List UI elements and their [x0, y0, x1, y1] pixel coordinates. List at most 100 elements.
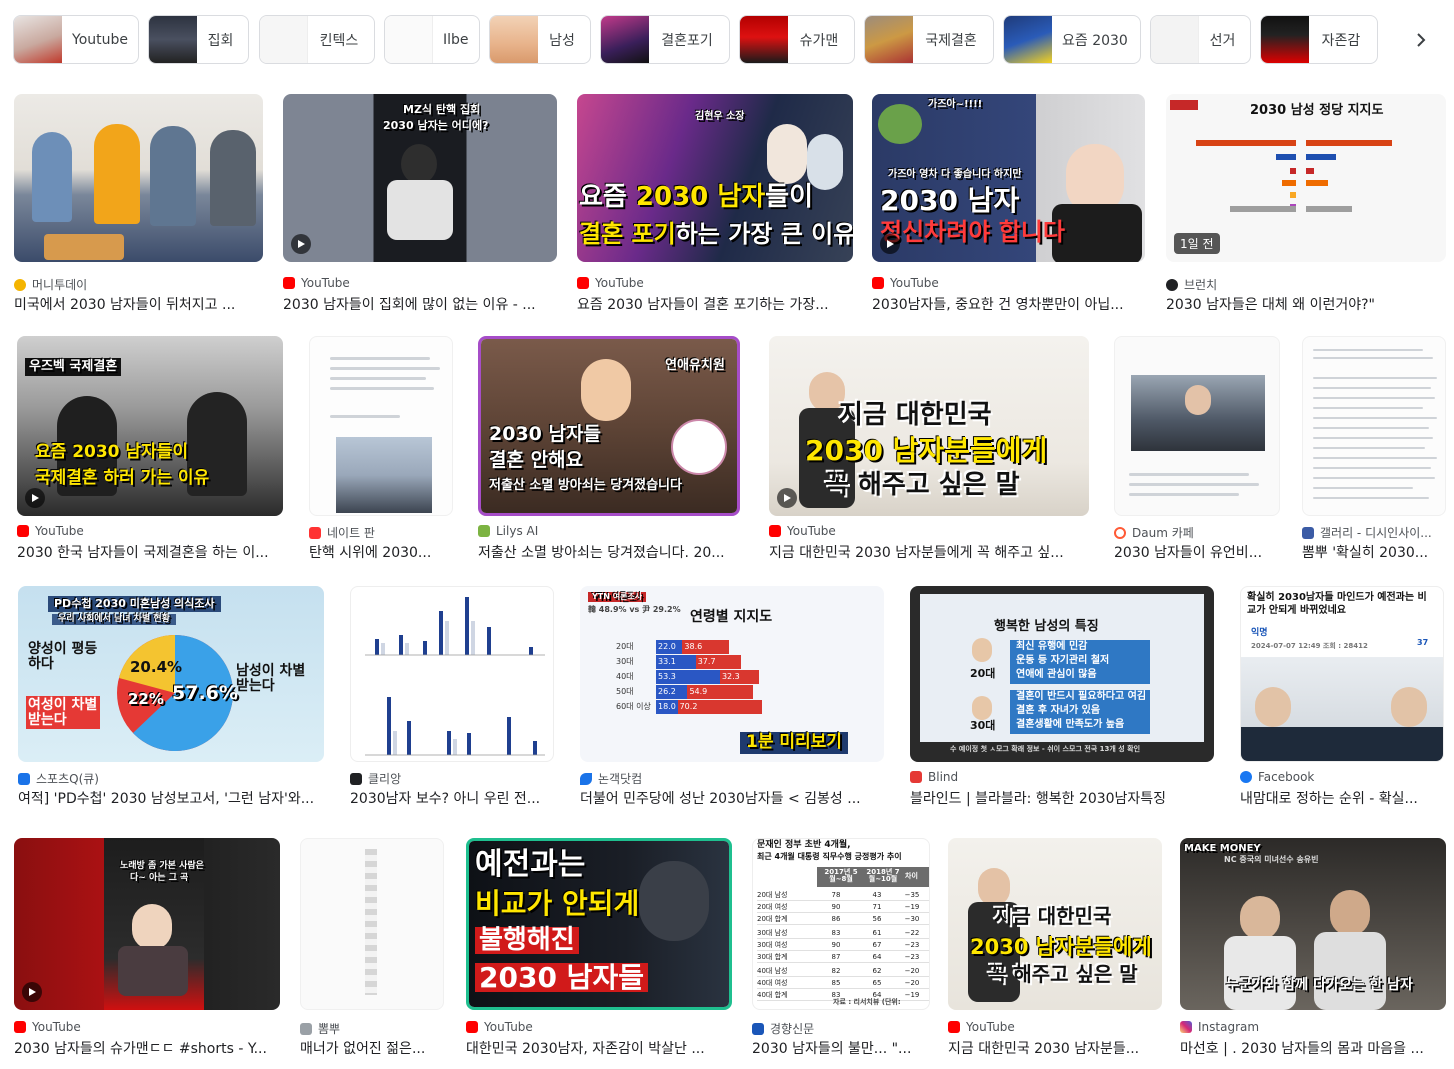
image-result[interactable]: 노래방 좀 가본 사람은 다~ 아는 그 곡 YouTube 2030 남자들의… — [10, 832, 286, 1064]
image-result[interactable]: 확실히 2030남자들 마인드가 예전과는 비교가 안되게 바뀌었네요 익명 2… — [1236, 580, 1450, 812]
result-thumbnail[interactable]: YTN 여론조사 韓 48.9% vs 尹 29.2% 연령별 지지도 20대 2… — [580, 586, 884, 762]
result-thumbnail[interactable] — [300, 838, 444, 1010]
result-thumbnail[interactable]: 연애유치원 2030 남자들 결혼 안해요 저출산 소멸 방아쇠는 당겨졌습니다 — [478, 336, 740, 516]
result-source[interactable]: YouTube — [769, 524, 836, 538]
result-title[interactable]: 2030 남자들의 슈가맨ㄷㄷ #shorts - Y... — [14, 1038, 282, 1058]
result-thumbnail[interactable] — [1114, 336, 1280, 516]
chip-ilbe[interactable]: Ilbe — [384, 15, 480, 64]
result-source[interactable]: YouTube — [283, 276, 350, 290]
image-result[interactable]: 갤러리 - 디시인사이... 뽐뿌 '확실히 2030... — [1298, 330, 1450, 562]
result-title[interactable]: 지금 대한민국 2030 남자분들에게 꼭 해주고 싶... — [769, 542, 1089, 562]
result-thumbnail[interactable]: PD수첩 2030 미혼남성 의식조사 우리 사회에서 남녀 차별 현황 양성이… — [18, 586, 324, 762]
result-thumbnail[interactable]: 지금 대한민국 2030 남자분들에게 꼭 해주고 싶은 말 — [769, 336, 1089, 516]
result-thumbnail[interactable]: 행복한 남성의 특징 20대 30대 최신 유행에 민감 운동 등 자기관리 철… — [910, 586, 1214, 762]
result-source[interactable]: 머니투데이 — [14, 276, 87, 293]
result-source[interactable]: 스포츠Q(큐) — [18, 770, 99, 787]
result-source[interactable]: YouTube — [577, 276, 644, 290]
result-thumbnail[interactable] — [14, 94, 263, 262]
result-source[interactable]: Daum 카페 — [1114, 524, 1194, 541]
result-title[interactable]: 대한민국 2030남자, 자존감이 박살난 ... — [466, 1038, 734, 1058]
result-title[interactable]: 여적] 'PD수첩' 2030 남성보고서, '그런 남자'와... — [18, 788, 326, 808]
image-result[interactable]: 지금 대한민국 2030 남자분들에게 꼭 해주고 싶은 말 YouTube 지… — [765, 330, 1095, 562]
result-source[interactable]: Blind — [910, 770, 958, 784]
result-thumbnail[interactable]: 지금 대한민국 2030 남자분들에게 꼭 해주고 싶은 말 — [948, 838, 1162, 1010]
result-title[interactable]: 2030 남자들이 유언비... — [1114, 542, 1282, 562]
image-result[interactable]: YTN 여론조사 韓 48.9% vs 尹 29.2% 연령별 지지도 20대 2… — [576, 580, 890, 812]
chip-youtube[interactable]: Youtube — [13, 15, 139, 64]
result-source[interactable]: YouTube — [466, 1020, 533, 1034]
result-thumbnail[interactable]: 2030 남성 정당 지지도 1일 전 — [1166, 94, 1446, 262]
chip-intl-marriage[interactable]: 국제결혼 — [864, 15, 994, 64]
chip-kintex[interactable]: 킨텍스 — [259, 15, 375, 64]
result-title[interactable]: 2030 남자들은 대체 왜 이런거야?" — [1166, 294, 1446, 314]
image-result[interactable]: 문재인 정부 초반 4개월, 최근 4개월 대통령 직무수행 긍정평가 추이 2… — [748, 832, 934, 1064]
result-thumbnail[interactable] — [309, 336, 453, 516]
result-source[interactable]: Facebook — [1240, 770, 1314, 784]
chip-marriage-giveup[interactable]: 결혼포기 — [600, 15, 730, 64]
image-result[interactable]: 클리앙 2030남자 보수? 아니 우린 전... — [346, 580, 560, 812]
chips-next-button[interactable] — [1398, 17, 1444, 63]
result-title[interactable]: 블라인드 | 블라블라: 행복한 2030남자특징 — [910, 788, 1216, 808]
result-source[interactable]: YouTube — [872, 276, 939, 290]
result-title[interactable]: 뽐뿌 '확실히 2030... — [1302, 542, 1446, 562]
result-title[interactable]: 매너가 없어진 젊은... — [300, 1038, 442, 1058]
result-title[interactable]: 저출산 소멸 방아쇠는 당겨졌습니다. 20... — [478, 542, 740, 562]
chip-these-days-2030[interactable]: 요즘 2030 — [1003, 15, 1141, 64]
result-thumbnail[interactable]: 노래방 좀 가본 사람은 다~ 아는 그 곡 — [14, 838, 280, 1010]
chip-election[interactable]: 선거 — [1150, 15, 1251, 64]
result-title[interactable]: 지금 대한민국 2030 남자분들... — [948, 1038, 1162, 1058]
result-thumbnail[interactable]: 문재인 정부 초반 4개월, 최근 4개월 대통령 직무수행 긍정평가 추이 2… — [752, 838, 930, 1010]
result-title[interactable]: 내맘대로 정하는 순위 - 확실... — [1240, 788, 1446, 808]
result-title[interactable]: 2030 남자들의 불만... "... — [752, 1038, 930, 1058]
result-title[interactable]: 2030남자 보수? 아니 우린 전... — [350, 788, 556, 808]
result-thumbnail[interactable]: 확실히 2030남자들 마인드가 예전과는 비교가 안되게 바뀌었네요 익명 2… — [1240, 586, 1444, 762]
image-result[interactable]: 네이트 판 탄핵 시위에 2030... — [305, 330, 460, 562]
image-result[interactable]: 머니투데이 미국에서 2030 남자들이 뒤처지고 ... — [10, 88, 268, 318]
result-thumbnail[interactable]: 가즈아~!!!! 가즈아 영차 다 좋습니다 하지만 2030 남자 정신차려야… — [872, 94, 1145, 262]
image-result[interactable]: 뽐뿌 매너가 없어진 젊은... — [296, 832, 448, 1064]
result-title[interactable]: 더불어 민주당에 성난 2030남자들 < 김봉성 ... — [580, 788, 886, 808]
result-title[interactable]: 마선호 | . 2030 남자들의 몸과 마음을 ... — [1180, 1038, 1446, 1058]
result-source[interactable]: 갤러리 - 디시인사이... — [1302, 524, 1432, 541]
result-source[interactable]: Lilys AI — [478, 524, 538, 538]
result-thumbnail[interactable]: MAKE MONEY NC 중국의 미녀선수 송유빈 누군가와 함께 다가오는 … — [1180, 838, 1446, 1010]
result-source[interactable]: 논객닷컴 — [580, 770, 642, 787]
result-title[interactable]: 2030 한국 남자들이 국제결혼을 하는 이... — [17, 542, 285, 562]
image-result[interactable]: 지금 대한민국 2030 남자분들에게 꼭 해주고 싶은 말 YouTube 지… — [944, 832, 1168, 1064]
image-result[interactable]: MAKE MONEY NC 중국의 미녀선수 송유빈 누군가와 함께 다가오는 … — [1176, 832, 1450, 1064]
result-title[interactable]: 요즘 2030 남자들이 결혼 포기하는 가장... — [577, 294, 849, 314]
image-result[interactable]: Daum 카페 2030 남자들이 유언비... — [1110, 330, 1288, 562]
image-result[interactable]: 가즈아~!!!! 가즈아 영차 다 좋습니다 하지만 2030 남자 정신차려야… — [868, 88, 1150, 318]
image-result[interactable]: MZ식 탄핵 집회 2030 남자는 어디에? YouTube 2030 남자들… — [279, 88, 561, 318]
result-source[interactable]: 클리앙 — [350, 770, 401, 787]
result-source[interactable]: YouTube — [17, 524, 84, 538]
image-result[interactable]: 행복한 남성의 특징 20대 30대 최신 유행에 민감 운동 등 자기관리 철… — [906, 580, 1220, 812]
chip-self-esteem[interactable]: 자존감 — [1260, 15, 1378, 64]
result-thumbnail[interactable]: 우즈벡 국제결혼 요즘 2030 남자들이 국제결혼 하러 가는 이유 — [17, 336, 283, 516]
result-thumbnail[interactable] — [1302, 336, 1446, 516]
image-result[interactable]: 예전과는 비교가 안되게 불행해진 2030 남자들 YouTube 대한민국 … — [462, 832, 738, 1064]
result-thumbnail[interactable]: 예전과는 비교가 안되게 불행해진 2030 남자들 — [466, 838, 732, 1010]
image-result[interactable]: PD수첩 2030 미혼남성 의식조사 우리 사회에서 남녀 차별 현황 양성이… — [14, 580, 330, 812]
image-result[interactable]: 우즈벡 국제결혼 요즘 2030 남자들이 국제결혼 하러 가는 이유 YouT… — [13, 330, 291, 562]
result-thumbnail[interactable]: MZ식 탄핵 집회 2030 남자는 어디에? — [283, 94, 557, 262]
result-title[interactable]: 탄핵 시위에 2030... — [309, 542, 455, 562]
result-title[interactable]: 2030 남자들이 집회에 많이 없는 이유 - ... — [283, 294, 555, 314]
result-thumbnail[interactable] — [350, 586, 554, 762]
chip-sugarman[interactable]: 슈가맨 — [739, 15, 855, 64]
result-source[interactable]: 경향신문 — [752, 1020, 814, 1037]
result-source[interactable]: 브런치 — [1166, 276, 1217, 293]
result-source[interactable]: YouTube — [948, 1020, 1015, 1034]
image-result[interactable]: 김현우 소장 요즘 2030 남자들이 결혼 포기하는 가장 큰 이유 YouT… — [573, 88, 858, 318]
chip-rally[interactable]: 집회 — [148, 15, 249, 64]
result-title[interactable]: 2030남자들, 중요한 건 영차뿐만이 아닙... — [872, 294, 1144, 314]
result-source[interactable]: Instagram — [1180, 1020, 1259, 1034]
result-source[interactable]: 네이트 판 — [309, 524, 375, 541]
result-source[interactable]: YouTube — [14, 1020, 81, 1034]
result-source[interactable]: 뽐뿌 — [300, 1020, 340, 1037]
image-result[interactable]: 연애유치원 2030 남자들 결혼 안해요 저출산 소멸 방아쇠는 당겨졌습니다… — [474, 330, 746, 562]
chip-male[interactable]: 남성 — [489, 15, 591, 64]
result-title[interactable]: 미국에서 2030 남자들이 뒤처지고 ... — [14, 294, 264, 314]
result-thumbnail[interactable]: 김현우 소장 요즘 2030 남자들이 결혼 포기하는 가장 큰 이유 — [577, 94, 853, 262]
image-result[interactable]: 2030 남성 정당 지지도 1일 전 브런치 2030 남자들은 대체 왜 이… — [1162, 88, 1450, 318]
